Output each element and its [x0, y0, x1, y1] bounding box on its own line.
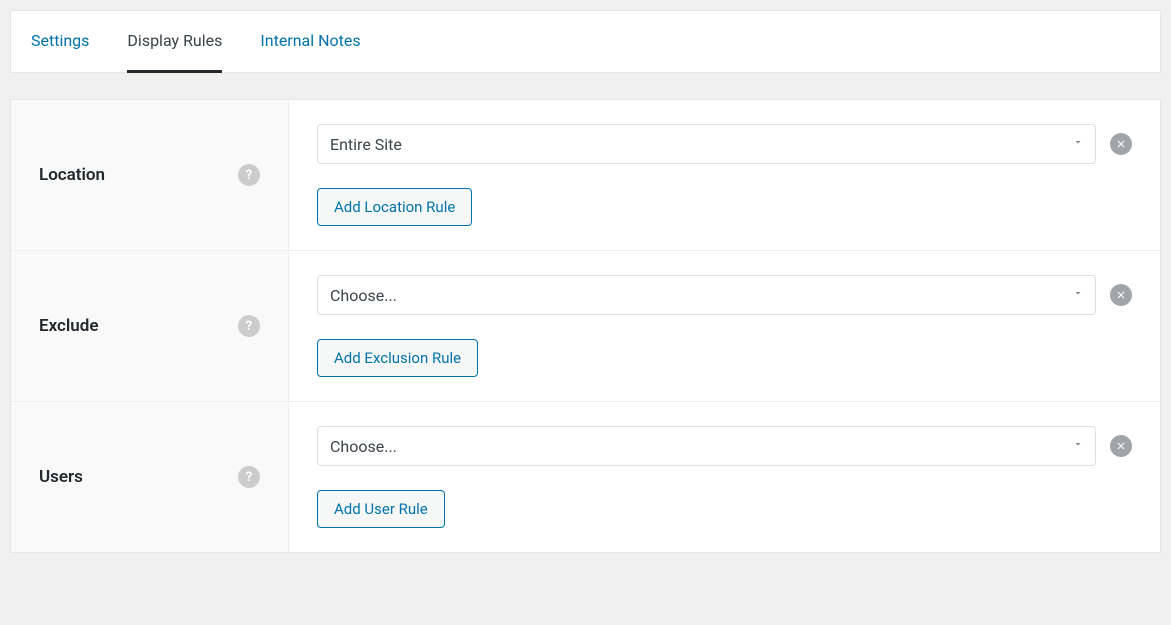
rule-label-cell: Exclude ? — [11, 251, 289, 401]
select-wrapper: Choose... — [317, 426, 1096, 466]
users-label: Users — [39, 467, 83, 487]
exclude-select[interactable]: Choose... — [317, 275, 1096, 315]
add-user-rule-button[interactable]: Add User Rule — [317, 490, 445, 528]
rule-row-location: Location ? Entire Site Add Location Rule — [11, 100, 1160, 251]
location-label: Location — [39, 165, 105, 185]
remove-rule-icon[interactable] — [1110, 133, 1132, 155]
tab-display-rules[interactable]: Display Rules — [127, 11, 222, 73]
tab-settings[interactable]: Settings — [31, 11, 89, 73]
help-icon[interactable]: ? — [238, 315, 260, 337]
select-row: Entire Site — [317, 124, 1132, 164]
tabs-list: Settings Display Rules Internal Notes — [31, 11, 1140, 72]
location-select[interactable]: Entire Site — [317, 124, 1096, 164]
select-wrapper: Choose... — [317, 275, 1096, 315]
tabs-panel: Settings Display Rules Internal Notes — [10, 10, 1161, 73]
remove-rule-icon[interactable] — [1110, 435, 1132, 457]
rule-row-users: Users ? Choose... Add User Rule — [11, 402, 1160, 552]
help-icon[interactable]: ? — [238, 164, 260, 186]
rule-label-cell: Users ? — [11, 402, 289, 552]
rule-row-exclude: Exclude ? Choose... Add Exclusion Rule — [11, 251, 1160, 402]
rule-content-cell: Choose... Add Exclusion Rule — [289, 251, 1160, 401]
help-icon[interactable]: ? — [238, 466, 260, 488]
add-exclusion-rule-button[interactable]: Add Exclusion Rule — [317, 339, 478, 377]
tab-internal-notes[interactable]: Internal Notes — [260, 11, 360, 73]
users-select[interactable]: Choose... — [317, 426, 1096, 466]
rule-content-cell: Choose... Add User Rule — [289, 402, 1160, 552]
select-wrapper: Entire Site — [317, 124, 1096, 164]
select-row: Choose... — [317, 275, 1132, 315]
rule-label-cell: Location ? — [11, 100, 289, 250]
exclude-label: Exclude — [39, 316, 99, 336]
add-location-rule-button[interactable]: Add Location Rule — [317, 188, 472, 226]
rules-panel: Location ? Entire Site Add Location Rule… — [10, 99, 1161, 553]
select-row: Choose... — [317, 426, 1132, 466]
rule-content-cell: Entire Site Add Location Rule — [289, 100, 1160, 250]
remove-rule-icon[interactable] — [1110, 284, 1132, 306]
